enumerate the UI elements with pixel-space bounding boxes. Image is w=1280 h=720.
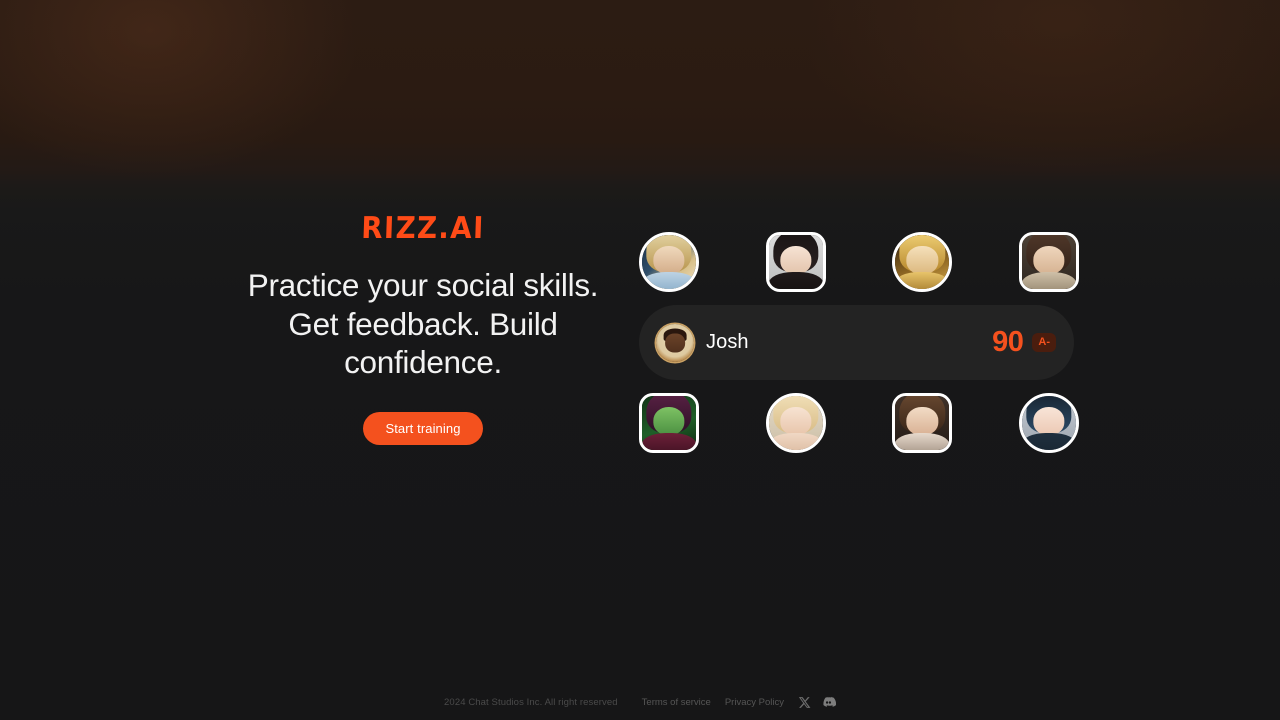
avatar-period-dress-woman[interactable] [1018, 232, 1079, 292]
person-avatar-icon [656, 323, 694, 362]
avatar-image [895, 396, 950, 450]
landing-page: RIZZ.AI Practice your social skills. Get… [0, 0, 1280, 720]
headline-line-3: confidence. [344, 344, 502, 380]
avatar-image [895, 235, 950, 289]
avatar-image [768, 396, 823, 450]
headline-line-1: Practice your social skills. [247, 267, 599, 303]
score-value: 90 [992, 326, 1024, 358]
avatar-asian-woman[interactable] [765, 232, 826, 292]
background-glow-left [0, 0, 360, 180]
grade-badge: A- [1032, 333, 1056, 352]
avatar-image [1021, 235, 1076, 289]
start-training-button[interactable]: Start training [363, 411, 483, 445]
headline-line-2: Get feedback. Build [288, 305, 558, 342]
terms-of-service-link[interactable]: Terms of service [642, 697, 711, 708]
avatar-image [642, 396, 696, 450]
footer: 2024 Chat Studios Inc. All right reserve… [0, 695, 1280, 710]
brand-logo: RIZZ.AI [360, 211, 486, 246]
avatar-brunette-woman[interactable] [892, 393, 953, 453]
privacy-policy-link[interactable]: Privacy Policy [725, 697, 784, 708]
avatar-row-top [639, 231, 1079, 293]
avatar-sci-fi-woman[interactable] [639, 232, 699, 292]
footer-links: Terms of service Privacy Policy [642, 697, 784, 708]
avatar-image [1021, 396, 1076, 450]
avatar-blue-hair-anime-woman[interactable] [1018, 393, 1079, 453]
cta-container: Start training [188, 411, 658, 445]
avatar-image [768, 235, 823, 289]
social-links [798, 695, 836, 710]
avatar-blonde-woman[interactable] [765, 393, 826, 453]
avatar-green-skinned-woman[interactable] [639, 393, 699, 453]
discord-icon[interactable] [821, 695, 836, 710]
score-card[interactable]: Josh 90 A- [639, 305, 1074, 380]
avatar-row-bottom [639, 392, 1079, 454]
copyright-text: 2024 Chat Studios Inc. All right reserve… [444, 697, 618, 708]
background-glow-right [800, 0, 1280, 180]
x-twitter-icon[interactable] [798, 696, 811, 709]
hero-left-column: RIZZ.AI Practice your social skills. Get… [188, 211, 658, 445]
score-card-name: Josh [706, 331, 749, 353]
hero-right-column: Josh 90 A- [639, 231, 1079, 454]
avatar-image [642, 235, 696, 289]
avatar-golden-elf[interactable] [892, 232, 953, 292]
hero-section: RIZZ.AI Practice your social skills. Get… [0, 211, 1280, 474]
page-title: Practice your social skills. Get feedbac… [188, 266, 658, 382]
